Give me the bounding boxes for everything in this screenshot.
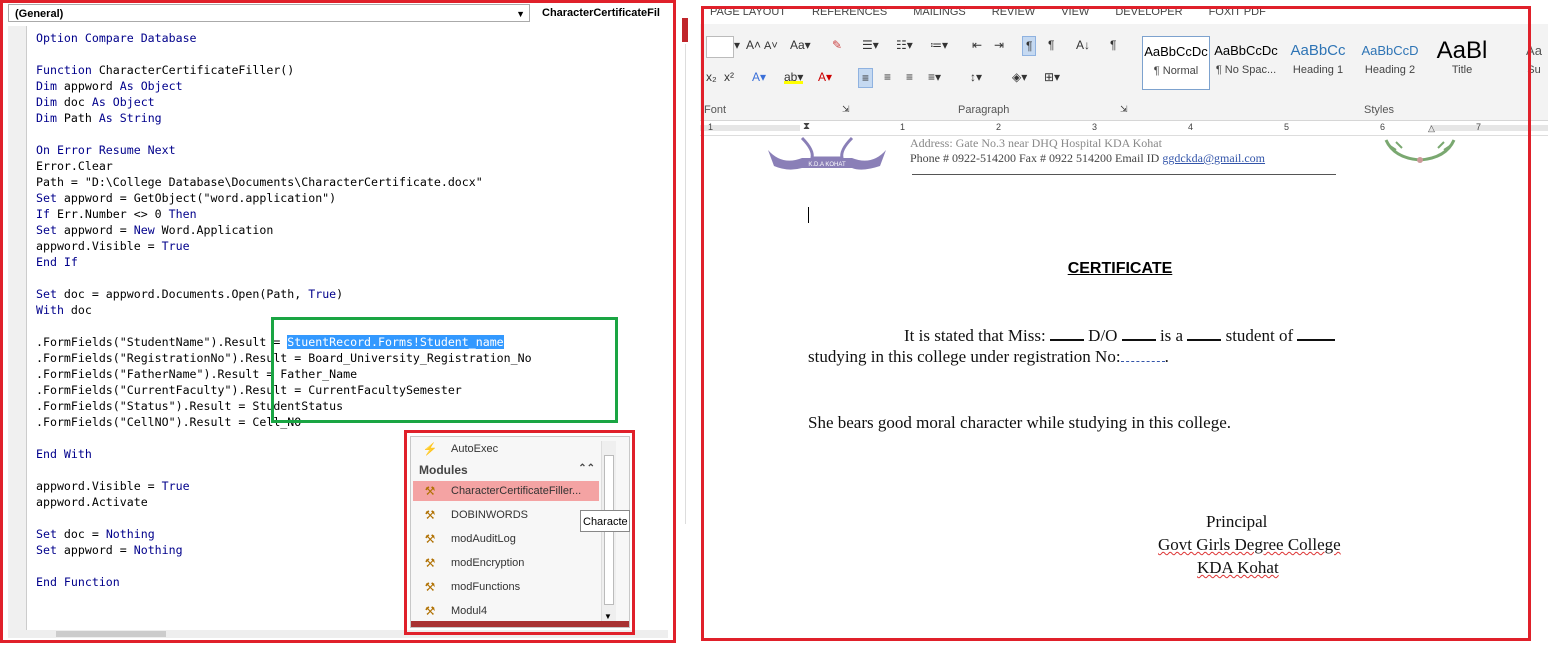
divider-marker (682, 18, 688, 42)
annotation-box-formfields (271, 317, 618, 423)
divider-line (685, 44, 686, 524)
annotation-box-modules (404, 430, 635, 635)
annotation-box-right (701, 6, 1531, 641)
